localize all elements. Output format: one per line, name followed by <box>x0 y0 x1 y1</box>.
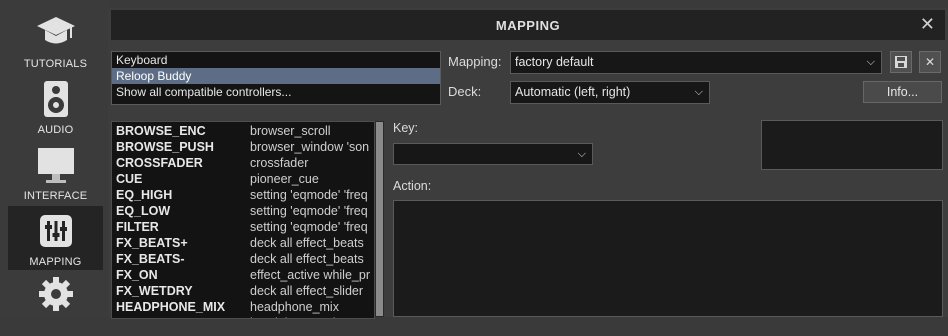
table-row[interactable]: FX_BEATS-deck all effect_beats <box>112 251 374 267</box>
table-row[interactable]: FX_ON effect_active while_pr <box>112 267 374 283</box>
mapping-key: FX_WETDRY <box>116 284 193 298</box>
key-label: Key: <box>393 121 419 135</box>
mapping-key: HEADPHONE_MIX <box>116 300 226 314</box>
mapping-action: headphone_volume <box>250 315 372 318</box>
action-label: Action: <box>393 179 432 193</box>
mapping-action: deck all effect_slider <box>250 284 364 298</box>
mapping-action: pioneer_cue <box>250 172 319 186</box>
mapping-action: crossfader <box>250 156 309 170</box>
scrollbar[interactable] <box>375 121 384 317</box>
deck-select[interactable]: Automatic (left, right) ⌵ <box>510 81 710 104</box>
sidebar-item-mapping[interactable]: MAPPING <box>8 206 103 270</box>
info-button[interactable]: Info... <box>863 81 942 103</box>
mapping-select[interactable]: factory default ⌵ <box>510 51 882 74</box>
mapping-value: factory default <box>515 55 594 69</box>
mapping-dialog: MAPPING ✕ Keyboard Reloop Buddy Show all… <box>108 8 948 319</box>
mapping-action: effect_active while_pr <box>250 268 370 282</box>
key-select[interactable]: ⌵ <box>393 143 593 165</box>
mapping-key: CUE <box>116 172 143 186</box>
controller-list[interactable]: Keyboard Reloop Buddy Show all compatibl… <box>111 51 441 105</box>
table-row[interactable]: BROWSE_ENC browser_scroll <box>112 123 374 139</box>
table-row[interactable]: EQ_HIGH setting 'eqmode' 'freq <box>112 187 374 203</box>
chevron-down-icon: ⌵ <box>694 86 703 98</box>
mapping-label: Mapping: <box>448 54 502 69</box>
action-textarea[interactable] <box>393 200 943 317</box>
mapping-action: browser_window 'son <box>250 140 370 154</box>
deck-value: Automatic (left, right) <box>515 85 631 99</box>
table-row[interactable]: FX_WETDRY deck all effect_slider <box>112 283 374 299</box>
key-preview-box <box>761 120 943 170</box>
sidebar-item-audio[interactable]: AUDIO <box>8 66 103 136</box>
sidebar-item-label: INTERFACE <box>23 190 88 202</box>
sidebar-item-settings[interactable] <box>8 272 103 336</box>
mapping-key: FILTER <box>116 220 159 234</box>
chevron-down-icon: ⌵ <box>866 56 875 68</box>
mapping-action: deck all effect_beats <box>250 252 364 266</box>
mapping-key: FX_BEATS- <box>116 252 185 266</box>
table-row[interactable]: EQ_LOW setting 'eqmode' 'freq <box>112 203 374 219</box>
list-item[interactable]: Keyboard <box>112 52 440 68</box>
mapping-action: deck all effect_beats <box>250 236 364 250</box>
mapping-key: BROWSE_PUSH <box>116 140 214 154</box>
mapping-action: setting 'eqmode' 'freq <box>250 204 368 218</box>
table-row[interactable]: HEADPHONE_MIX headphone_mix <box>112 299 374 315</box>
sidebar: TUTORIALS AUDIO INTERFACE MAPPING <box>0 0 108 317</box>
deck-label: Deck: <box>448 84 482 99</box>
save-icon <box>895 56 907 68</box>
mapping-key: FX_BEATS+ <box>116 236 188 250</box>
mapping-key: EQ_HIGH <box>116 188 173 202</box>
speaker-icon <box>43 81 68 117</box>
sidebar-item-label: MAPPING <box>29 256 82 268</box>
table-row[interactable]: CUE pioneer_cue <box>112 171 374 187</box>
titlebar: MAPPING ✕ <box>111 10 945 40</box>
table-row[interactable]: FILTER setting 'eqmode' 'freq <box>112 219 374 235</box>
sidebar-item-interface[interactable]: INTERFACE <box>8 133 103 202</box>
monitor-icon <box>37 148 74 183</box>
mapping-action: browser_scroll <box>250 124 331 138</box>
mapping-action: setting 'eqmode' 'freq <box>250 188 368 202</box>
save-button[interactable] <box>890 51 912 73</box>
table-row[interactable]: CROSSFADER crossfader <box>112 155 374 171</box>
dialog-title: MAPPING <box>495 18 561 33</box>
delete-button[interactable]: ✕ <box>919 51 941 73</box>
close-icon[interactable]: ✕ <box>920 14 935 35</box>
sliders-icon <box>39 215 72 247</box>
mapping-key: HEADPHONE_VOL <box>116 315 229 318</box>
table-row[interactable]: FX_BEATS+ deck all effect_beats <box>112 235 374 251</box>
mapping-key: EQ_LOW <box>116 204 171 218</box>
scrollbar-thumb[interactable] <box>376 122 383 316</box>
mapping-key: CROSSFADER <box>116 156 203 170</box>
mapping-action: headphone_mix <box>250 300 339 314</box>
gear-icon <box>38 277 73 311</box>
mapping-table[interactable]: BROWSE_ENC browser_scroll BROWSE_PUSH brows… <box>111 121 375 319</box>
table-row[interactable]: BROWSE_PUSH browser_window 'son <box>112 139 374 155</box>
table-row[interactable]: HEADPHONE_VOL headphone_volume <box>112 315 374 318</box>
mapping-key: FX_ON <box>116 268 158 282</box>
sidebar-item-tutorials[interactable]: TUTORIALS <box>8 0 103 70</box>
close-icon: ✕ <box>924 55 936 69</box>
list-item[interactable]: Show all compatible controllers... <box>112 84 440 100</box>
list-item[interactable]: Reloop Buddy <box>112 68 440 84</box>
graduation-cap-icon <box>36 17 75 44</box>
chevron-down-icon: ⌵ <box>577 148 586 160</box>
mapping-key: BROWSE_ENC <box>116 124 206 138</box>
mapping-action: setting 'eqmode' 'freq <box>250 220 368 234</box>
